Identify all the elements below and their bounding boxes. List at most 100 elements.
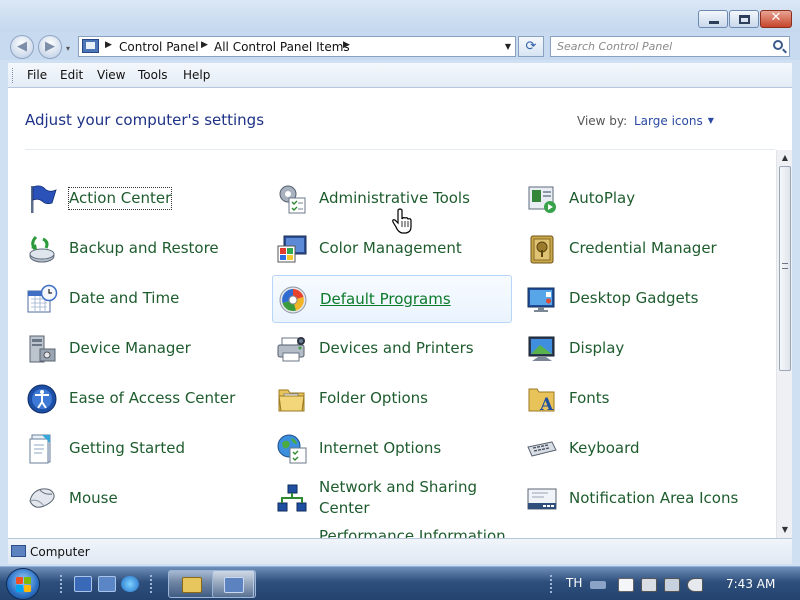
item-mouse[interactable]: Mouse xyxy=(22,475,262,523)
keyboard-icon xyxy=(527,441,557,457)
windows-logo-icon xyxy=(16,577,23,584)
item-partial-left[interactable] xyxy=(22,525,262,538)
status-text: Computer xyxy=(30,545,90,559)
forward-button[interactable]: ▶ xyxy=(38,35,62,59)
internet-icon xyxy=(277,434,307,464)
internet-explorer-icon[interactable] xyxy=(121,576,139,592)
document-icon[interactable] xyxy=(618,578,634,592)
start-button[interactable] xyxy=(6,568,40,600)
item-label: Credential Manager xyxy=(569,239,717,257)
network-tray-icon[interactable] xyxy=(664,578,680,592)
getting-started-icon xyxy=(29,434,51,464)
refresh-icon: ⟳ xyxy=(525,39,537,54)
address-bar[interactable]: ▶ Control Panel ▶ All Control Panel Item… xyxy=(78,36,516,57)
item-devices-and-printers[interactable]: Devices and Printers xyxy=(272,325,512,373)
menu-bar: File Edit View Tools Help xyxy=(8,63,792,88)
breadcrumb-chevron-icon[interactable]: ▶ xyxy=(201,40,208,50)
mouse-icon xyxy=(29,488,55,508)
item-fonts[interactable]: A Fonts xyxy=(522,375,762,423)
item-label: Mouse xyxy=(69,489,118,507)
item-default-programs[interactable]: Default Programs xyxy=(272,275,512,323)
title-bar: ✕ xyxy=(0,0,800,32)
notification-icon xyxy=(527,488,557,510)
item-label: AutoPlay xyxy=(569,189,636,207)
item-network-and-sharing-center[interactable]: Network and Sharing Center xyxy=(272,475,512,523)
calendar-clock-icon xyxy=(27,284,58,313)
maximize-button[interactable] xyxy=(729,10,759,28)
hand-cursor-icon xyxy=(392,208,412,234)
view-by-select[interactable]: Large icons ▼ xyxy=(634,114,714,128)
breadcrumb-control-panel[interactable]: Control Panel xyxy=(119,40,199,54)
back-button[interactable]: ◀ xyxy=(10,35,34,59)
minimize-button[interactable] xyxy=(698,10,728,28)
item-backup-and-restore[interactable]: Backup and Restore xyxy=(22,225,262,273)
language-indicator[interactable]: TH xyxy=(566,576,582,590)
taskbar-grip xyxy=(60,575,64,593)
control-panel-icon xyxy=(82,39,99,53)
search-box xyxy=(550,36,790,57)
menu-edit[interactable]: Edit xyxy=(60,68,83,82)
keyboard-layout-icon[interactable] xyxy=(590,581,606,589)
page-title: Adjust your computer's settings xyxy=(25,111,265,129)
item-label: Devices and Printers xyxy=(319,339,474,357)
item-keyboard[interactable]: Keyboard xyxy=(522,425,762,473)
item-date-and-time[interactable]: Date and Time xyxy=(22,275,262,323)
search-input[interactable] xyxy=(551,37,763,56)
volume-muted-icon[interactable] xyxy=(687,578,703,592)
forward-arrow-icon: ▶ xyxy=(45,39,55,54)
vertical-scrollbar[interactable]: ▲ ▼ xyxy=(776,150,792,538)
item-internet-options[interactable]: Internet Options xyxy=(272,425,512,473)
toolbar-grip xyxy=(12,68,15,83)
scroll-down-icon[interactable]: ▼ xyxy=(777,522,792,538)
item-label: Internet Options xyxy=(319,439,442,457)
back-arrow-icon: ◀ xyxy=(17,39,27,54)
menu-file[interactable]: File xyxy=(27,68,47,82)
item-device-manager[interactable]: Device Manager xyxy=(22,325,262,373)
admin-tools-icon xyxy=(279,185,306,214)
item-display[interactable]: Display xyxy=(522,325,762,373)
taskbar: TH 7:43 AM xyxy=(0,566,800,600)
menu-tools[interactable]: Tools xyxy=(138,68,168,82)
item-label: Folder Options xyxy=(319,389,428,407)
item-notification-area-icons[interactable]: Notification Area Icons xyxy=(522,475,762,523)
scrollbar-thumb[interactable] xyxy=(779,166,791,371)
control-panel-content: Adjust your computer's settings View by:… xyxy=(8,88,792,538)
folder-icon xyxy=(182,577,202,593)
breadcrumb-chevron-icon[interactable]: ▶ xyxy=(105,40,112,50)
action-center-flag-icon[interactable] xyxy=(641,578,657,592)
monitor-icon xyxy=(528,336,555,361)
item-partial-right[interactable] xyxy=(522,525,762,538)
item-label: Fonts xyxy=(569,389,610,407)
item-action-center[interactable]: Action Center xyxy=(22,175,262,223)
vault-icon xyxy=(530,235,554,264)
item-folder-options[interactable]: Folder Options xyxy=(272,375,512,423)
recent-pages-dropdown[interactable]: ▾ xyxy=(66,44,70,53)
view-by-label: View by: xyxy=(577,114,628,128)
menu-view[interactable]: View xyxy=(97,68,125,82)
scroll-up-icon[interactable]: ▲ xyxy=(777,150,792,166)
item-getting-started[interactable]: Getting Started xyxy=(22,425,262,473)
status-bar: Computer xyxy=(8,538,792,564)
clock[interactable]: 7:43 AM xyxy=(726,577,775,591)
item-label: Notification Area Icons xyxy=(569,489,739,507)
switch-windows-icon[interactable] xyxy=(98,576,116,592)
menu-help[interactable]: Help xyxy=(183,68,210,82)
network-icon xyxy=(277,484,307,512)
item-ease-of-access-center[interactable]: Ease of Access Center xyxy=(22,375,262,423)
item-label: Display xyxy=(569,339,625,357)
item-label: Keyboard xyxy=(569,439,640,457)
item-label: Administrative Tools xyxy=(319,189,470,207)
breadcrumb-chevron-icon[interactable]: ▶ xyxy=(343,40,350,50)
item-desktop-gadgets[interactable]: Desktop Gadgets xyxy=(522,275,762,323)
address-dropdown-icon[interactable]: ▼ xyxy=(505,42,511,51)
show-desktop-icon[interactable] xyxy=(74,576,92,592)
item-performance-information[interactable]: Performance Information xyxy=(272,525,512,538)
taskbar-control-panel-button[interactable] xyxy=(212,570,256,598)
breadcrumb-all-items[interactable]: All Control Panel Items xyxy=(214,40,350,54)
search-icon[interactable] xyxy=(773,40,783,50)
refresh-button[interactable]: ⟳ xyxy=(518,36,544,57)
item-credential-manager[interactable]: Credential Manager xyxy=(522,225,762,273)
item-autoplay[interactable]: AutoPlay xyxy=(522,175,762,223)
taskbar-grip xyxy=(550,575,554,593)
close-button[interactable]: ✕ xyxy=(760,10,792,28)
